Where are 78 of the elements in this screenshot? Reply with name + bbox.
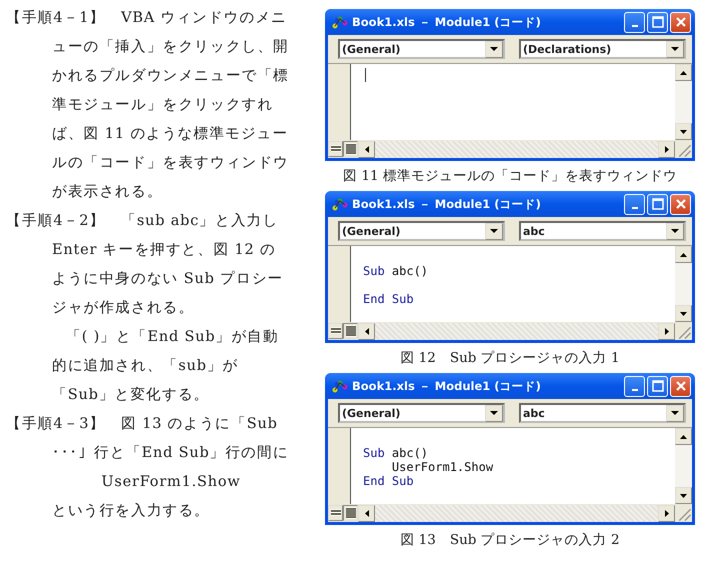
dropdown-arrow-icon bbox=[671, 47, 679, 51]
scroll-right-icon bbox=[664, 510, 668, 516]
step-text: 【手順4－3】 図 13 のように「Sub ･･･」行と「End Sub」行の間に bbox=[6, 414, 290, 463]
step-note: 「( )」と「End Sub」が自動的に追加され、「sub」が「Sub」と変化する。 bbox=[51, 328, 280, 405]
minimize-icon bbox=[632, 25, 638, 27]
code-line: End Sub bbox=[363, 292, 415, 306]
module-icon bbox=[331, 14, 349, 30]
horizontal-scrollbar[interactable] bbox=[358, 140, 675, 158]
object-dropdown[interactable]: (General) bbox=[338, 221, 505, 241]
figure-caption: 図 11 標準モジュールの「コード」を表すウィンドウ bbox=[343, 167, 677, 186]
vertical-scrollbar[interactable] bbox=[675, 64, 692, 140]
minimize-icon bbox=[632, 389, 638, 391]
code-sample: UserForm1.Show bbox=[100, 473, 242, 492]
step-text: 【手順4－2】 「sub abc」と入力し Enter キーを押すと、図 12 のように中身のない Sub プロシージャが作成される。 bbox=[6, 212, 284, 318]
code-line: Sub abc() bbox=[363, 446, 430, 460]
figure-caption: 図 13 Sub プロシージャの入力 2 bbox=[400, 531, 620, 550]
code-line: Sub abc() bbox=[363, 264, 430, 278]
procedure-dropdown[interactable]: (Declarations) bbox=[519, 39, 686, 59]
minimize-button[interactable] bbox=[624, 12, 645, 32]
dropdown-arrow-icon bbox=[490, 229, 498, 233]
module-view-icon bbox=[344, 144, 356, 154]
scroll-right-icon bbox=[664, 328, 668, 334]
procedure-dropdown[interactable]: abc bbox=[519, 221, 686, 241]
maximize-icon bbox=[652, 16, 664, 28]
dropdown-arrow-icon bbox=[490, 411, 498, 415]
minimize-button[interactable] bbox=[624, 194, 645, 214]
dropdown-arrow-icon bbox=[671, 229, 679, 233]
scroll-up-icon bbox=[680, 70, 687, 74]
scroll-left-icon bbox=[364, 510, 368, 516]
step-note: という行を入力する。 bbox=[52, 502, 211, 521]
procedure-view-button[interactable] bbox=[328, 323, 343, 339]
step-text: 【手順4－1】 VBA ウィンドウのメニューの「挿入」をクリックし、開かれるプルダウンメニューで「標準モジュール」をクリックすれば、図 11 のような標準モジュールの「コード」を表すウィンドウが表示される。 bbox=[6, 8, 290, 202]
dropdown-arrow-icon bbox=[490, 47, 498, 51]
horizontal-scrollbar[interactable] bbox=[358, 504, 675, 522]
scroll-down-icon bbox=[680, 494, 687, 498]
window-title: Book1.xls － Module1 (コード) bbox=[352, 14, 542, 30]
scroll-down-icon bbox=[680, 130, 687, 134]
procedure-dropdown[interactable]: abc bbox=[519, 403, 686, 423]
code-line: End Sub bbox=[363, 474, 415, 488]
close-button[interactable] bbox=[670, 376, 691, 396]
minimize-icon bbox=[632, 207, 638, 209]
module-view-icon bbox=[344, 326, 356, 336]
maximize-icon bbox=[652, 380, 664, 392]
maximize-button[interactable] bbox=[647, 12, 668, 32]
full-module-view-button[interactable] bbox=[343, 141, 358, 157]
maximize-button[interactable] bbox=[647, 194, 668, 214]
full-module-view-button[interactable] bbox=[343, 505, 358, 521]
scroll-left-icon bbox=[364, 328, 368, 334]
close-icon bbox=[674, 380, 686, 392]
scroll-left-icon bbox=[364, 146, 368, 152]
close-button[interactable] bbox=[670, 194, 691, 214]
maximize-icon bbox=[652, 198, 664, 210]
vertical-scrollbar[interactable] bbox=[675, 428, 692, 504]
vertical-scrollbar[interactable] bbox=[675, 246, 692, 322]
scroll-up-icon bbox=[680, 434, 687, 438]
procedure-view-button[interactable] bbox=[328, 141, 343, 157]
module-icon bbox=[331, 378, 349, 394]
text-caret bbox=[365, 68, 366, 82]
close-icon bbox=[674, 198, 686, 210]
figure-caption: 図 12 Sub プロシージャの入力 1 bbox=[400, 349, 620, 368]
code-line: UserForm1.Show bbox=[390, 460, 494, 474]
object-dropdown[interactable]: (General) bbox=[338, 403, 505, 423]
window-title: Book1.xls － Module1 (コード) bbox=[352, 378, 542, 394]
minimize-button[interactable] bbox=[624, 376, 645, 396]
full-module-view-button[interactable] bbox=[343, 323, 358, 339]
window-title: Book1.xls － Module1 (コード) bbox=[352, 196, 542, 212]
horizontal-scrollbar[interactable] bbox=[358, 322, 675, 340]
scroll-right-icon bbox=[664, 146, 668, 152]
scroll-down-icon bbox=[680, 312, 687, 316]
dropdown-arrow-icon bbox=[671, 411, 679, 415]
close-icon bbox=[674, 16, 686, 28]
close-button[interactable] bbox=[670, 12, 691, 32]
maximize-button[interactable] bbox=[647, 376, 668, 396]
object-dropdown[interactable]: (General) bbox=[338, 39, 505, 59]
module-icon bbox=[331, 196, 349, 212]
scroll-up-icon bbox=[680, 252, 687, 256]
module-view-icon bbox=[344, 508, 356, 518]
procedure-view-button[interactable] bbox=[328, 505, 343, 521]
